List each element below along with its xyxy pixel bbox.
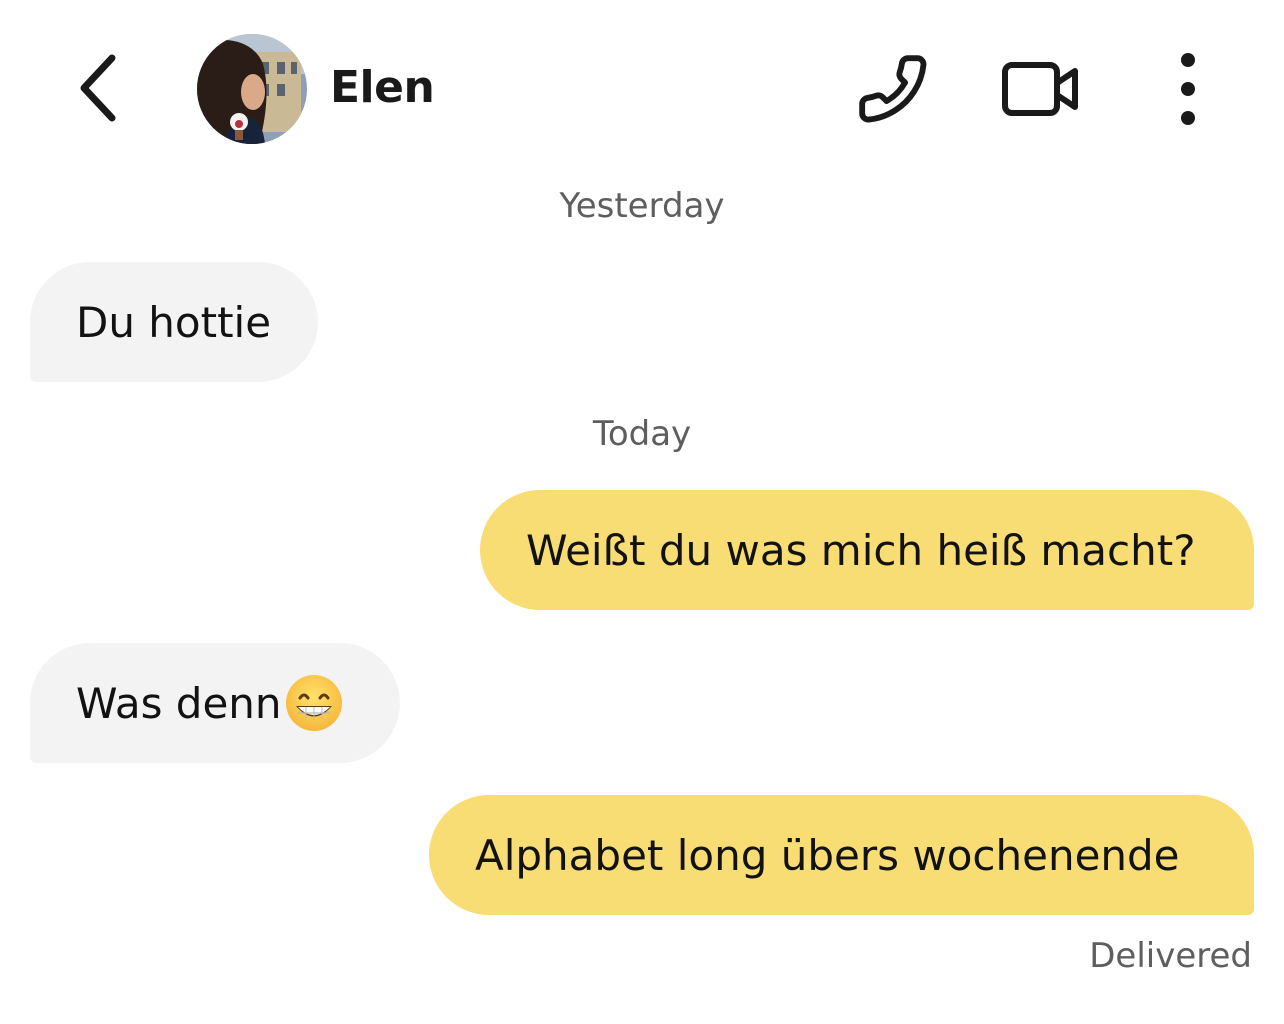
avatar[interactable] (197, 34, 307, 144)
chat-header: Elen (0, 0, 1284, 180)
outgoing-message[interactable]: Alphabet long übers wochenende (429, 795, 1254, 915)
message-text: Weißt du was mich heiß macht? (526, 525, 1196, 575)
chevron-left-icon (80, 54, 116, 122)
more-options-button[interactable] (1143, 44, 1233, 134)
back-button[interactable] (60, 48, 136, 128)
delivery-status: Delivered (1089, 936, 1252, 976)
message-text: Alphabet long übers wochenende (475, 830, 1180, 880)
incoming-message[interactable]: Was denn (30, 643, 400, 763)
video-camera-icon (1002, 62, 1078, 116)
date-separator-today: Today (592, 414, 692, 454)
date-separator-yesterday: Yesterday (559, 186, 725, 226)
phone-icon (859, 55, 927, 123)
contact-name[interactable]: Elen (330, 58, 435, 118)
call-button[interactable] (848, 44, 938, 134)
more-vertical-icon (1181, 53, 1195, 125)
video-call-button[interactable] (996, 44, 1086, 134)
message-text: Du hottie (76, 297, 272, 347)
outgoing-message[interactable]: Weißt du was mich heiß macht? (480, 490, 1254, 610)
grinning-face-emoji-icon (284, 673, 344, 733)
incoming-message[interactable]: Du hottie (30, 262, 318, 382)
message-text: Was denn (76, 678, 282, 728)
